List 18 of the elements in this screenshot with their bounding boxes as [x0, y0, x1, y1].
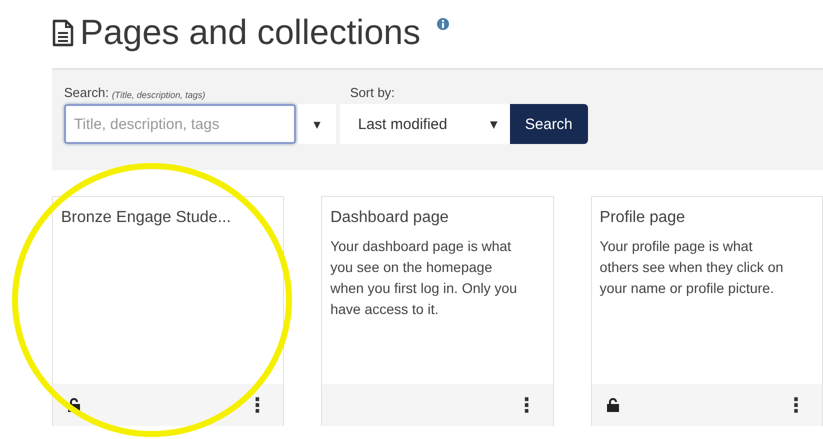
card-title[interactable]: Bronze Engage Stude... [53, 197, 284, 227]
card-title[interactable]: Profile page [592, 197, 822, 227]
search-field[interactable]: Title, description, tags [64, 104, 296, 144]
more-options-button[interactable]: ⋮ [245, 393, 270, 417]
sort-dropdown[interactable]: Last modified ▾ [340, 104, 510, 144]
card-description: Your dashboard page is what you see on the homepage when you first log in. Only you have access to it. [329, 237, 518, 319]
sort-label: Sort by: [350, 84, 396, 102]
info-icon[interactable] [436, 18, 448, 30]
more-options-button[interactable]: ⋮ [784, 393, 808, 417]
search-button[interactable]: Search [510, 104, 588, 144]
card-description: Your profile page is what others see when they click on your name or profile picture. [598, 237, 784, 298]
card-title[interactable]: Dashboard page [322, 197, 553, 227]
page-title: Pages and collections [80, 13, 420, 53]
document-icon [52, 19, 74, 47]
search-hint: (Title, description, tags) [112, 90, 206, 100]
more-options-button[interactable]: ⋮ [514, 393, 539, 417]
search-options-dropdown[interactable]: ▾ [298, 104, 336, 144]
search-label: Search: [64, 85, 109, 100]
